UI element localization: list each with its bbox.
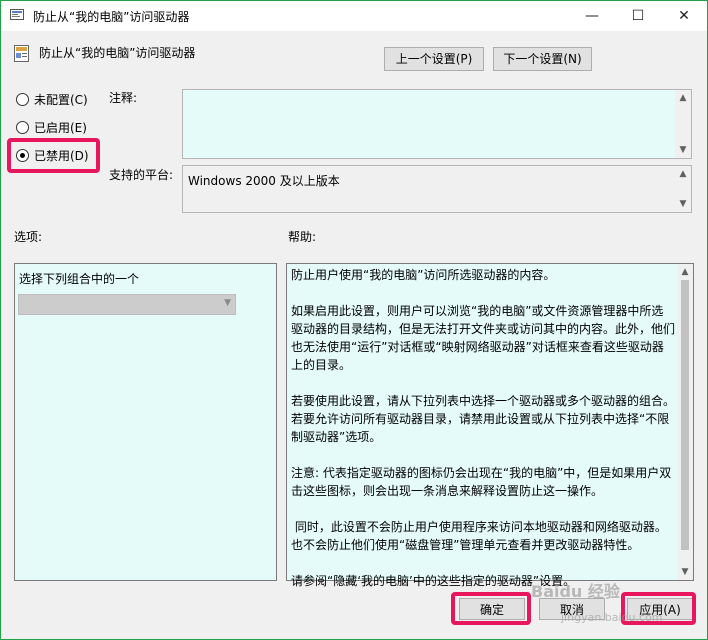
- supported-platform-label: 支持的平台:: [109, 168, 174, 182]
- policy-app-icon: [10, 9, 24, 20]
- scroll-down-icon[interactable]: ▼: [677, 565, 693, 579]
- comment-scrollbar[interactable]: ▲ ▼: [675, 90, 691, 158]
- radio-not-configured-label: 未配置(C): [34, 93, 88, 107]
- watermark-brand: Baidu 经验: [531, 582, 620, 601]
- title-bar: 防止从“我的电脑”访问驱动器 — ☐ ✕: [1, 1, 707, 31]
- scroll-up-icon[interactable]: ▲: [675, 167, 691, 181]
- supported-platform-value: Windows 2000 及以上版本: [182, 165, 692, 213]
- platform-text: Windows 2000 及以上版本: [188, 174, 340, 188]
- chevron-down-icon[interactable]: ▼: [224, 298, 231, 308]
- previous-setting-button[interactable]: 上一个设置(P): [384, 47, 484, 71]
- scroll-up-icon[interactable]: ▲: [675, 91, 691, 105]
- watermark-url: jingyan.baidu.com: [561, 611, 663, 624]
- maximize-button[interactable]: ☐: [615, 1, 661, 31]
- radio-enabled-label: 已启用(E): [34, 121, 87, 135]
- help-text: 防止用户使用“我的电脑”访问所选驱动器的内容。 如果启用此设置，则用户可以浏览“…: [291, 268, 676, 588]
- help-scrollbar[interactable]: ▲ ▼: [677, 264, 693, 580]
- options-label: 选项:: [14, 230, 43, 244]
- radio-not-configured-dot[interactable]: [16, 93, 29, 106]
- drive-combination-select[interactable]: ▼: [18, 294, 236, 315]
- options-panel: 选择下列组合中的一个 ▼: [14, 263, 277, 581]
- scroll-down-icon[interactable]: ▼: [675, 143, 691, 157]
- scroll-up-icon[interactable]: ▲: [677, 265, 693, 279]
- comment-textarea[interactable]: [182, 89, 692, 159]
- ok-highlight-annotation: [451, 592, 531, 625]
- policy-name: 防止从“我的电脑”访问驱动器: [39, 46, 196, 60]
- close-button[interactable]: ✕: [661, 1, 707, 31]
- platform-scrollbar[interactable]: ▲ ▼: [675, 166, 691, 212]
- minimize-button[interactable]: —: [569, 1, 615, 31]
- policy-setting-icon: [14, 45, 29, 62]
- comment-label: 注释:: [109, 91, 138, 105]
- policy-dialog: 防止从“我的电脑”访问驱动器 — ☐ ✕ 防止从“我的电脑”访问驱动器 上一个设…: [0, 0, 708, 640]
- scroll-down-icon[interactable]: ▼: [675, 197, 691, 211]
- scrollbar-thumb[interactable]: [681, 280, 689, 550]
- drive-combination-prompt: 选择下列组合中的一个: [19, 272, 140, 286]
- window-title: 防止从“我的电脑”访问驱动器: [33, 10, 190, 24]
- disabled-highlight-annotation: [7, 138, 100, 173]
- next-setting-button[interactable]: 下一个设置(N): [493, 47, 592, 71]
- help-panel: 防止用户使用“我的电脑”访问所选驱动器的内容。 如果启用此设置，则用户可以浏览“…: [286, 263, 694, 588]
- help-label: 帮助:: [288, 230, 317, 244]
- radio-enabled-dot[interactable]: [16, 121, 29, 134]
